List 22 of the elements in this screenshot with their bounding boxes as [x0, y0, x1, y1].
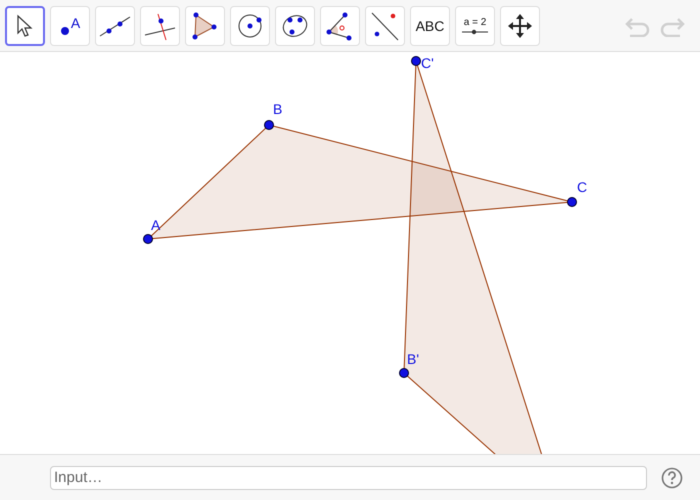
point-label: B [273, 101, 282, 117]
point-label: C [577, 179, 588, 195]
tool-button[interactable] [5, 6, 45, 46]
help-icon [661, 466, 683, 488]
slider-label: a = 2 [464, 16, 486, 28]
slider-icon [462, 28, 488, 34]
point[interactable] [264, 120, 274, 130]
point[interactable] [567, 197, 577, 207]
input-field[interactable]: Input… [50, 466, 647, 490]
point-label: A [151, 217, 160, 233]
tool-button[interactable]: a = 2 [455, 6, 495, 46]
line-through-points-icon [98, 14, 132, 38]
cursor-arrow-icon [16, 14, 34, 38]
move-arrows-icon [508, 14, 532, 38]
tool-button[interactable]: ABC [410, 6, 450, 46]
point-icon [60, 26, 70, 36]
help-button[interactable] [661, 466, 683, 488]
tool-button[interactable]: A [50, 6, 90, 46]
triangle-icon [192, 10, 218, 40]
point[interactable] [143, 234, 153, 244]
point-label: A [70, 16, 80, 30]
circle-icon [236, 12, 264, 40]
